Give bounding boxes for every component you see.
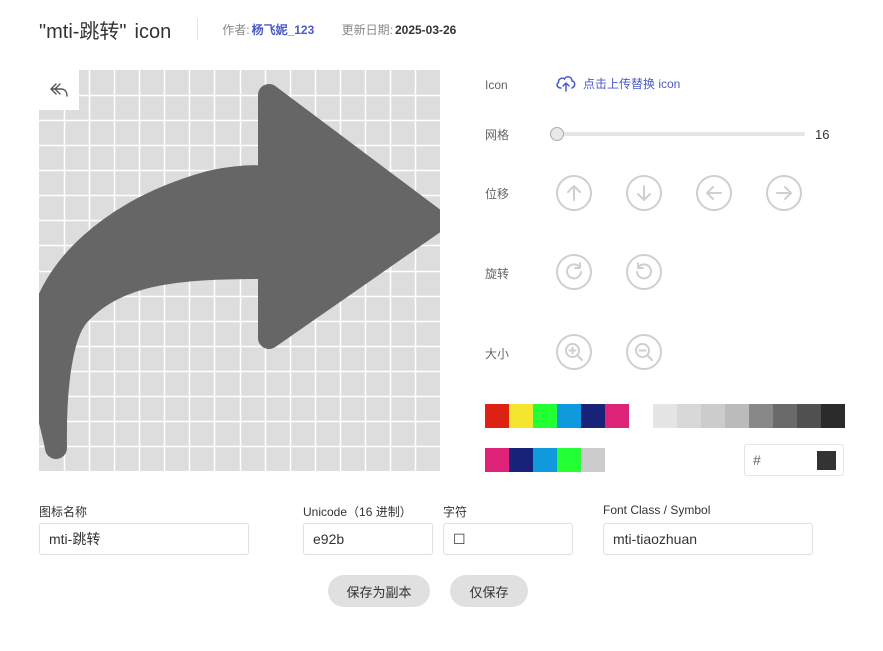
color-swatch[interactable] bbox=[677, 404, 701, 428]
undo-button[interactable] bbox=[39, 70, 79, 110]
rotate-clockwise-button[interactable] bbox=[556, 254, 592, 290]
zoom-out-button[interactable] bbox=[626, 334, 662, 370]
color-swatch[interactable] bbox=[485, 404, 509, 428]
color-swatch[interactable] bbox=[653, 404, 677, 428]
name-label: 图标名称 bbox=[39, 505, 88, 519]
color-swatch[interactable] bbox=[557, 404, 581, 428]
header-divider bbox=[197, 18, 199, 40]
page-title: "mti-跳转" icon bbox=[39, 15, 171, 44]
zoom-in-button[interactable] bbox=[556, 334, 592, 370]
color-swatch[interactable] bbox=[701, 404, 725, 428]
date-label: 更新日期: bbox=[341, 22, 393, 37]
upload-label: 点击上传替换 icon bbox=[583, 76, 681, 91]
save-as-copy-button[interactable]: 保存为副本 bbox=[328, 575, 430, 607]
move-up-button[interactable] bbox=[556, 175, 592, 211]
color-swatch[interactable] bbox=[797, 404, 821, 428]
current-color-preview[interactable] bbox=[817, 450, 836, 470]
zoom-out-icon bbox=[635, 343, 653, 361]
font-class-input[interactable]: mti-tiaozhuan bbox=[603, 523, 813, 555]
offset-label: 位移 bbox=[485, 187, 510, 201]
move-down-button[interactable] bbox=[626, 175, 662, 211]
icon-canvas[interactable] bbox=[39, 70, 440, 471]
cloud-upload-icon bbox=[556, 76, 576, 92]
move-right-button[interactable] bbox=[766, 175, 802, 211]
color-swatch[interactable] bbox=[605, 404, 629, 428]
move-left-button[interactable] bbox=[696, 175, 732, 211]
arrow-right-icon bbox=[776, 186, 792, 200]
arrow-down-icon bbox=[637, 185, 651, 201]
rotate-ccw-icon bbox=[636, 262, 652, 280]
slider-thumb[interactable] bbox=[550, 127, 564, 141]
update-date: 2025-03-26 bbox=[394, 22, 457, 37]
grid-label: 网格 bbox=[485, 128, 510, 142]
color-swatch[interactable] bbox=[509, 404, 533, 428]
hash-symbol: # bbox=[753, 452, 761, 468]
font-class-label: Font Class / Symbol bbox=[603, 503, 711, 517]
color-swatch[interactable] bbox=[821, 404, 845, 428]
char-label: 字符 bbox=[443, 505, 468, 519]
color-swatch[interactable] bbox=[485, 448, 509, 472]
color-swatch[interactable] bbox=[581, 404, 605, 428]
color-swatch[interactable] bbox=[557, 448, 581, 472]
upload-button[interactable]: 点击上传替换 icon bbox=[555, 74, 680, 92]
arrow-left-icon bbox=[706, 186, 722, 200]
author-label: 作者: bbox=[222, 22, 250, 37]
color-swatch[interactable] bbox=[749, 404, 773, 428]
icon-preview-svg bbox=[39, 70, 440, 471]
hex-color-input[interactable]: # bbox=[744, 444, 844, 476]
rotate-cw-icon bbox=[566, 262, 582, 280]
color-swatch[interactable] bbox=[509, 448, 533, 472]
unicode-label: Unicode（16 进制） bbox=[303, 505, 412, 519]
author-name[interactable]: 杨飞妮_123 bbox=[252, 23, 315, 37]
icon-name-input[interactable]: mti-跳转 bbox=[39, 523, 249, 555]
undo-icon bbox=[50, 83, 68, 97]
icon-label: Icon bbox=[485, 78, 508, 92]
icon-title-suffix: icon bbox=[134, 20, 172, 43]
size-label: 大小 bbox=[485, 347, 510, 361]
color-swatch[interactable] bbox=[533, 448, 557, 472]
color-swatch[interactable] bbox=[581, 448, 605, 472]
rotate-counterclockwise-button[interactable] bbox=[626, 254, 662, 290]
color-swatch[interactable] bbox=[773, 404, 797, 428]
icon-title: "mti-跳转" bbox=[39, 20, 127, 43]
color-swatch[interactable] bbox=[725, 404, 749, 428]
author-info: 作者: 杨飞妮_123 更新日期: 2025-03-26 bbox=[222, 21, 456, 38]
rotate-label: 旋转 bbox=[485, 267, 510, 281]
grid-slider[interactable] bbox=[550, 126, 805, 142]
bright-color-palette bbox=[485, 404, 629, 428]
char-input[interactable]: ☐ bbox=[443, 523, 573, 555]
page-header: "mti-跳转" icon 作者: 杨飞妮_123 更新日期: 2025-03-26 bbox=[39, 14, 456, 44]
zoom-in-icon bbox=[565, 343, 583, 361]
slider-track bbox=[556, 132, 805, 136]
color-swatch[interactable] bbox=[533, 404, 557, 428]
unicode-input[interactable]: e92b bbox=[303, 523, 433, 555]
gray-color-palette bbox=[653, 404, 845, 428]
recent-color-palette bbox=[485, 448, 605, 472]
grid-value: 16 bbox=[815, 127, 830, 142]
arrow-up-icon bbox=[567, 185, 581, 201]
save-button[interactable]: 仅保存 bbox=[450, 575, 528, 607]
